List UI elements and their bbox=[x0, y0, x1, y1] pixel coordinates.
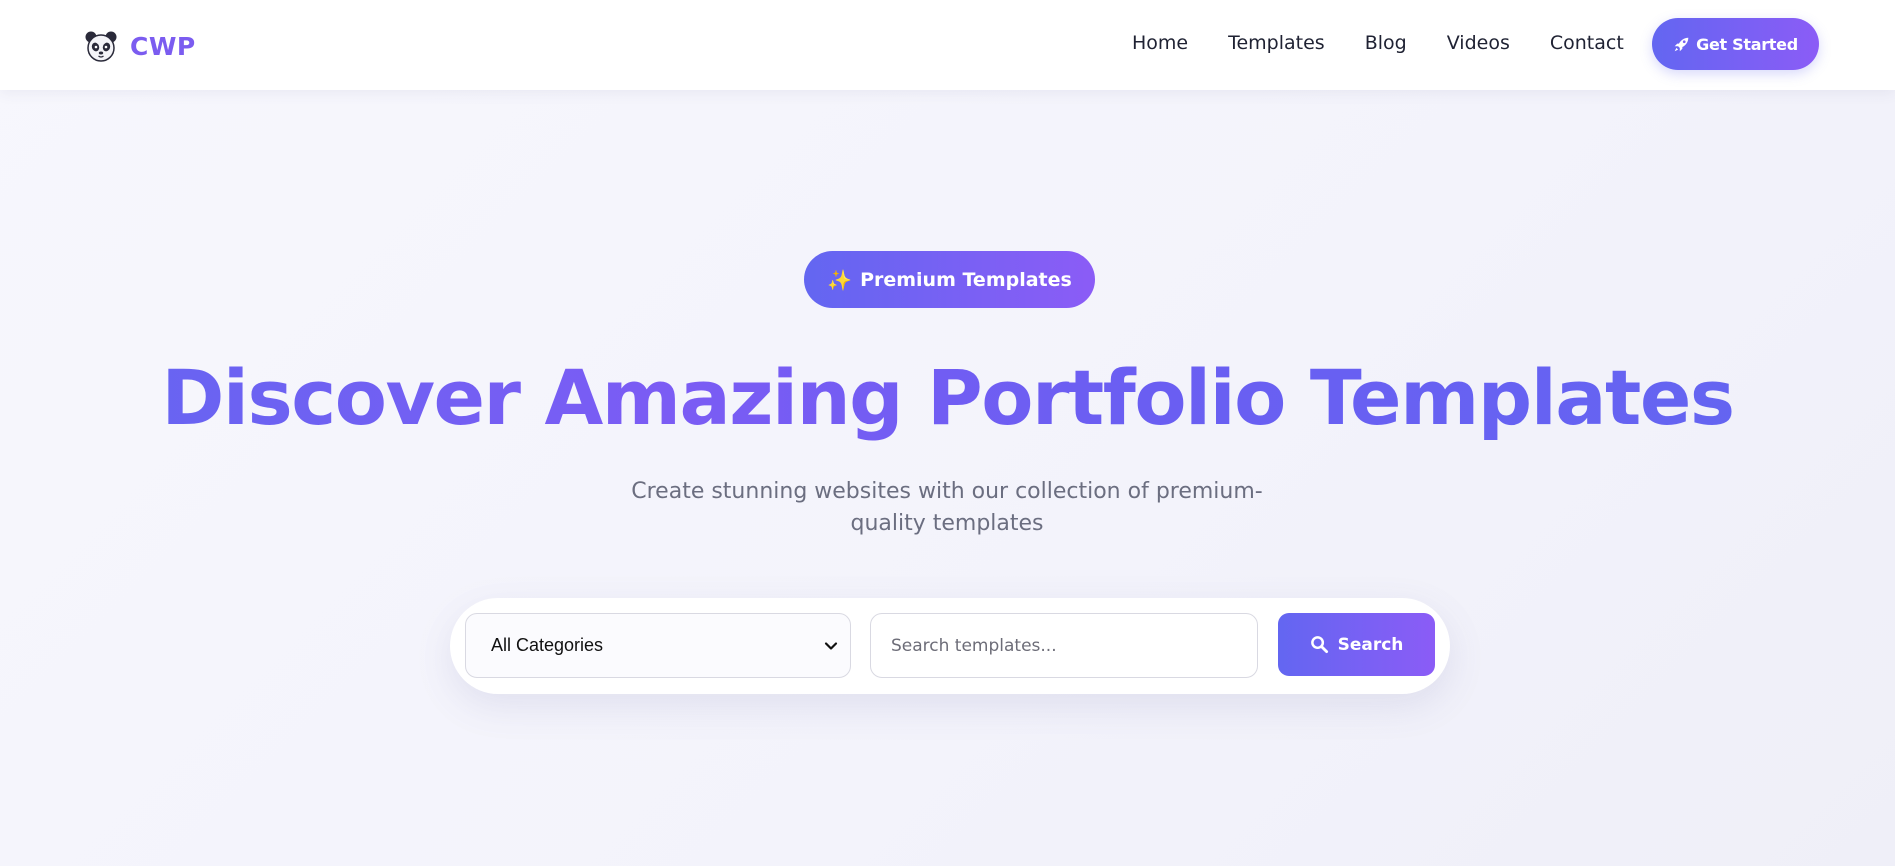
category-select[interactable]: All Categories bbox=[465, 613, 851, 678]
get-started-button[interactable]: Get Started bbox=[1652, 18, 1819, 70]
category-select-value: All Categories bbox=[491, 635, 604, 655]
panda-icon bbox=[85, 31, 117, 62]
hero-title: Discover Amazing Portfolio Templates bbox=[0, 352, 1895, 443]
nav-link-videos[interactable]: Videos bbox=[1447, 32, 1510, 54]
nav-link-blog[interactable]: Blog bbox=[1365, 32, 1407, 54]
premium-badge-label: Premium Templates bbox=[860, 268, 1072, 291]
nav-link-contact[interactable]: Contact bbox=[1550, 32, 1624, 54]
premium-badge: ✨ Premium Templates bbox=[804, 251, 1095, 308]
nav-link-templates[interactable]: Templates bbox=[1228, 32, 1325, 54]
search-bar: All Categories Search bbox=[450, 598, 1450, 694]
brand-name: CWP bbox=[130, 31, 196, 61]
nav-link-home[interactable]: Home bbox=[1132, 32, 1188, 54]
brand[interactable]: CWP bbox=[84, 28, 196, 64]
search-button[interactable]: Search bbox=[1278, 613, 1435, 676]
chevron-down-icon bbox=[824, 641, 838, 650]
get-started-label: Get Started bbox=[1696, 34, 1798, 54]
rocket-icon bbox=[1674, 37, 1689, 51]
search-icon bbox=[1310, 636, 1328, 654]
hero-subtitle: Create stunning websites with our collec… bbox=[631, 479, 1263, 536]
sparkle-icon: ✨ bbox=[827, 267, 853, 292]
search-button-label: Search bbox=[1337, 634, 1404, 655]
site-header: CWP Home Templates Blog Videos Contact G… bbox=[0, 0, 1895, 90]
search-input[interactable] bbox=[870, 613, 1258, 678]
main-nav: Home Templates Blog Videos Contact bbox=[1132, 32, 1624, 54]
